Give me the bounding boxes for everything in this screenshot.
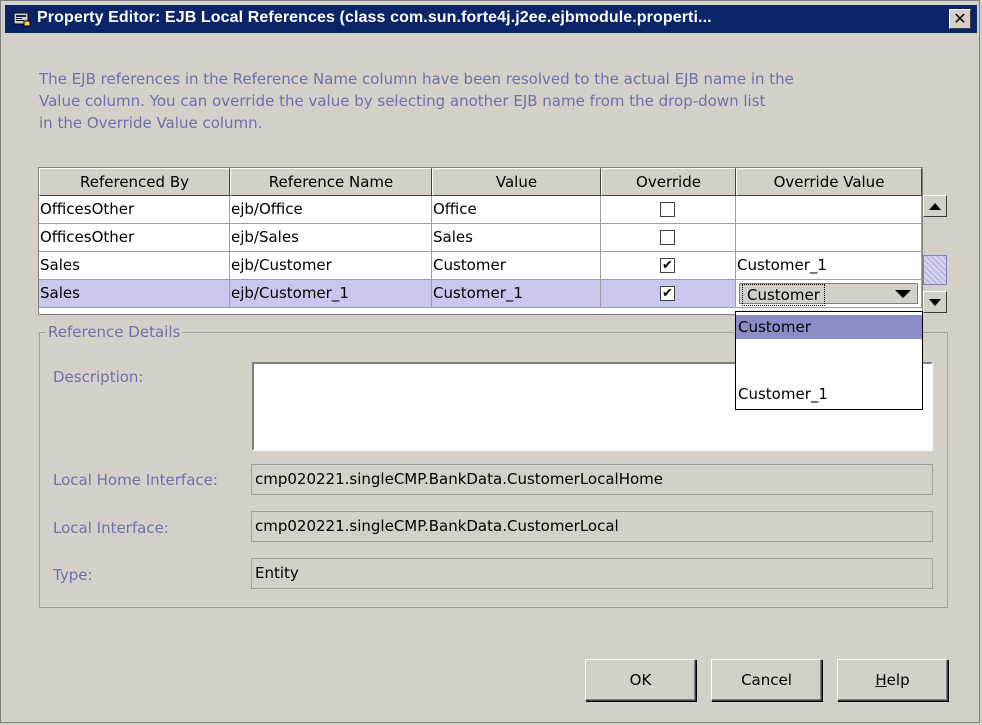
check-icon: ✔ <box>662 286 673 301</box>
scroll-thumb[interactable] <box>923 255 947 285</box>
table-row[interactable]: OfficesOther ejb/Office Office <box>39 196 922 224</box>
local-home-interface-field: cmp020221.singleCMP.BankData.CustomerLoc… <box>251 464 933 495</box>
cell-reference-name: ejb/Office <box>230 196 432 224</box>
override-value-combobox[interactable]: Customer <box>739 283 918 306</box>
column-header-override-value[interactable]: Override Value <box>736 168 922 196</box>
override-checkbox[interactable] <box>660 202 675 217</box>
help-label: elp <box>886 671 910 689</box>
cell-override-value[interactable] <box>736 196 922 224</box>
scroll-up-button[interactable] <box>923 195 947 217</box>
column-header-override[interactable]: Override <box>601 168 736 196</box>
override-checkbox[interactable]: ✔ <box>660 258 675 273</box>
help-button[interactable]: Help <box>837 659 948 701</box>
override-value-dropdown-list: Customer Customer_1 <box>735 311 923 410</box>
arrow-up-icon <box>929 203 941 210</box>
instructions-line-3: in the Override Value column. <box>39 114 263 132</box>
cell-referenced-by: OfficesOther <box>39 196 230 224</box>
check-icon: ✔ <box>662 258 673 273</box>
column-header-referenced-by[interactable]: Referenced By <box>39 168 230 196</box>
cell-value: Sales <box>432 224 601 252</box>
close-button[interactable]: ✕ <box>949 9 971 29</box>
type-field: Entity <box>251 558 933 589</box>
local-interface-field: cmp020221.singleCMP.BankData.CustomerLoc… <box>251 511 933 542</box>
table-row[interactable]: Sales ejb/Customer Customer ✔ Customer_1 <box>39 252 922 280</box>
property-editor-dialog: Property Editor: EJB Local References (c… <box>0 0 980 723</box>
type-label: Type: <box>53 566 93 584</box>
close-icon: ✕ <box>953 9 967 28</box>
cell-referenced-by: Sales <box>39 280 230 308</box>
dropdown-option-customer-1[interactable]: Customer_1 <box>736 382 922 406</box>
table-header: Referenced By Reference Name Value Overr… <box>39 168 922 196</box>
local-home-interface-label: Local Home Interface: <box>53 471 218 489</box>
chevron-down-icon[interactable] <box>895 290 911 298</box>
help-mnemonic: H <box>875 671 887 689</box>
cell-override-value[interactable]: Customer_1 <box>736 252 922 280</box>
dropdown-option-customer[interactable]: Customer <box>736 315 922 339</box>
cell-override-value: Customer <box>736 280 922 308</box>
cell-reference-name: ejb/Customer <box>230 252 432 280</box>
cell-referenced-by: OfficesOther <box>39 224 230 252</box>
cell-referenced-by: Sales <box>39 252 230 280</box>
cell-reference-name: ejb/Sales <box>230 224 432 252</box>
cell-value: Office <box>432 196 601 224</box>
override-checkbox[interactable]: ✔ <box>660 286 675 301</box>
dropdown-option-empty[interactable] <box>736 349 922 373</box>
override-checkbox[interactable] <box>660 230 675 245</box>
instructions-line-2: Value column. You can override the value… <box>39 92 766 110</box>
table-row[interactable]: OfficesOther ejb/Sales Sales <box>39 224 922 252</box>
instructions-text: The EJB references in the Reference Name… <box>39 68 919 134</box>
description-label: Description: <box>53 368 144 386</box>
cell-override-value[interactable] <box>736 224 922 252</box>
scroll-down-button[interactable] <box>923 291 947 313</box>
cell-override: ✔ <box>601 280 736 308</box>
title-bar[interactable]: Property Editor: EJB Local References (c… <box>5 5 977 33</box>
cancel-button[interactable]: Cancel <box>711 659 822 701</box>
cell-reference-name: ejb/Customer_1 <box>230 280 432 308</box>
instructions-line-1: The EJB references in the Reference Name… <box>39 70 794 88</box>
cell-override <box>601 196 736 224</box>
table-vertical-scrollbar[interactable] <box>923 195 947 313</box>
arrow-down-icon <box>929 299 941 306</box>
cell-value: Customer <box>432 252 601 280</box>
column-header-reference-name[interactable]: Reference Name <box>230 168 432 196</box>
window-app-icon <box>13 12 31 27</box>
cell-override: ✔ <box>601 252 736 280</box>
reference-details-legend: Reference Details <box>46 323 183 341</box>
combobox-selected-value: Customer <box>742 284 825 306</box>
ok-button[interactable]: OK <box>585 659 696 701</box>
table-row-selected[interactable]: Sales ejb/Customer_1 Customer_1 ✔ Custom… <box>39 280 922 308</box>
column-header-value[interactable]: Value <box>432 168 601 196</box>
local-interface-label: Local Interface: <box>53 519 169 537</box>
cell-override <box>601 224 736 252</box>
window-title: Property Editor: EJB Local References (c… <box>37 9 712 26</box>
references-table: Referenced By Reference Name Value Overr… <box>38 167 923 315</box>
cell-value: Customer_1 <box>432 280 601 308</box>
